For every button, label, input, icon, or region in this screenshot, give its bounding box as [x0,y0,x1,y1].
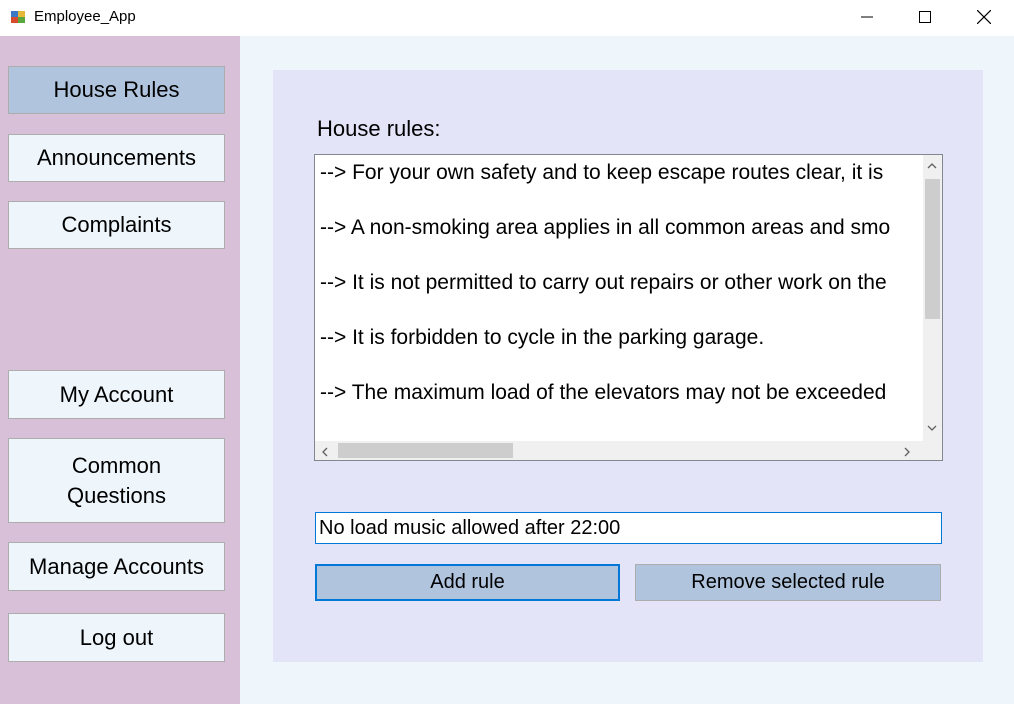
sidebar-item-label: House Rules [53,77,180,102]
add-rule-label: Add rule [430,571,505,593]
remove-rule-label: Remove selected rule [691,571,885,593]
minimize-button[interactable] [838,0,896,34]
list-item[interactable]: --> For your own safety and to keep esca… [320,161,883,185]
sidebar-item-label: My Account [59,381,174,407]
minimize-icon [861,11,873,23]
sidebar-item-label: Manage Accounts [29,553,204,579]
new-rule-input[interactable] [315,512,942,544]
sidebar-item-manage-accounts[interactable]: Manage Accounts [8,542,225,591]
vertical-scrollbar[interactable] [923,155,942,442]
remove-rule-button[interactable]: Remove selected rule [635,564,941,601]
sidebar-item-label-line-1: Common [71,452,162,478]
list-item[interactable]: --> A non-smoking area applies in all co… [320,216,890,240]
list-item[interactable]: --> The maximum load of the elevators ma… [320,381,886,405]
app-icon [10,9,26,25]
sidebar-item-announcements[interactable]: Announcements [8,134,225,182]
sidebar-item-complaints[interactable]: Complaints [8,201,225,249]
rules-listbox[interactable]: --> For your own safety and to keep esca… [314,154,943,461]
rules-label: House rules: [317,116,441,141]
vertical-scroll-thumb[interactable] [925,179,940,319]
close-button[interactable] [955,0,1013,34]
sidebar-item-log-out[interactable]: Log out [8,613,225,662]
scroll-down-icon[interactable] [927,421,937,435]
sidebar-item-common-questions[interactable]: Common Questions [8,438,225,523]
scroll-left-icon[interactable] [320,445,330,459]
scroll-up-icon[interactable] [927,159,937,173]
add-rule-button[interactable]: Add rule [315,564,620,601]
close-icon [977,10,991,24]
sidebar-item-label: Complaints [61,212,172,237]
sidebar-item-label-line-2: Questions [66,482,167,508]
list-item[interactable]: --> It is not permitted to carry out rep… [320,271,887,295]
sidebar-item-my-account[interactable]: My Account [8,370,225,419]
horizontal-scrollbar[interactable] [315,441,924,460]
horizontal-scroll-thumb[interactable] [338,443,513,458]
window-title: Employee_App [34,8,136,25]
scrollbar-corner [923,441,942,460]
sidebar-item-label: Announcements [37,145,196,170]
title-bar: Employee_App [0,0,1014,36]
scroll-right-icon[interactable] [902,445,912,459]
maximize-icon [919,11,931,23]
sidebar-item-label: Log out [79,624,154,650]
maximize-button[interactable] [896,0,954,34]
list-item[interactable]: --> It is forbidden to cycle in the park… [320,326,764,350]
sidebar-item-house-rules[interactable]: House Rules [8,66,225,114]
